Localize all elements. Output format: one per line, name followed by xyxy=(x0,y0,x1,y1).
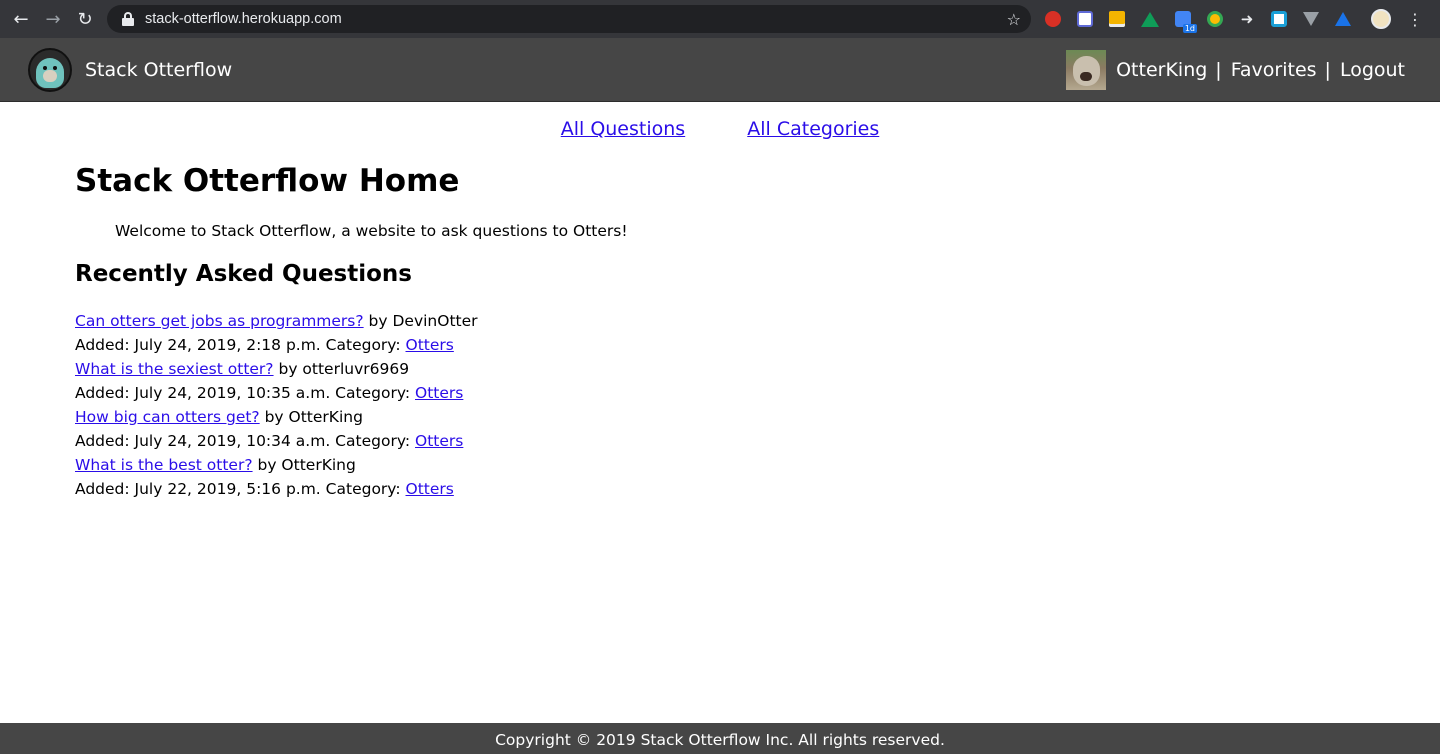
footer: Copyright © 2019 Stack Otterflow Inc. Al… xyxy=(0,723,1440,754)
username-link[interactable]: OtterKing xyxy=(1116,59,1207,81)
forward-icon[interactable]: → xyxy=(37,3,69,35)
adblock-extension-icon[interactable] xyxy=(1045,11,1061,27)
category-link[interactable]: Otters xyxy=(415,384,463,402)
user-avatar[interactable] xyxy=(1066,49,1107,90)
nav-separator: | xyxy=(1215,58,1222,81)
question-link[interactable]: Can otters get jobs as programmers? xyxy=(75,312,364,330)
lock-icon[interactable] xyxy=(121,12,135,26)
question-list: Can otters get jobs as programmers? by D… xyxy=(75,311,478,503)
recent-questions-heading: Recently Asked Questions xyxy=(75,261,412,287)
question-item: What is the sexiest otter? by otterluvr6… xyxy=(75,359,478,407)
menu-icon[interactable]: ⋮ xyxy=(1407,10,1423,29)
extensions-bar: 1d ➜ ⋮ xyxy=(1045,9,1423,33)
reload-icon[interactable]: ↻ xyxy=(69,3,101,35)
question-item: Can otters get jobs as programmers? by D… xyxy=(75,311,478,359)
css-extension-icon[interactable] xyxy=(1077,11,1093,27)
site-navbar: Stack Otterflow OtterKing | Favorites | … xyxy=(0,38,1440,102)
address-bar[interactable]: stack-otterflow.herokuapp.com ☆ xyxy=(107,5,1031,33)
sub-navigation: All Questions All Categories xyxy=(0,118,1440,140)
question-author: by otterluvr6969 xyxy=(273,360,410,378)
question-item: How big can otters get? by OtterKing Add… xyxy=(75,407,478,455)
category-link[interactable]: Otters xyxy=(415,432,463,450)
browser-toolbar: ← → ↻ stack-otterflow.herokuapp.com ☆ 1d… xyxy=(0,0,1440,38)
category-link[interactable]: Otters xyxy=(406,480,454,498)
question-author: by OtterKing xyxy=(252,456,356,474)
nav-separator: | xyxy=(1324,58,1331,81)
question-added: Added: July 24, 2019, 10:35 a.m. Categor… xyxy=(75,384,416,402)
profile-avatar-icon[interactable] xyxy=(1371,9,1391,29)
question-link[interactable]: How big can otters get? xyxy=(75,408,260,426)
favorites-link[interactable]: Favorites xyxy=(1231,59,1317,81)
question-link[interactable]: What is the best otter? xyxy=(75,456,253,474)
brand-link[interactable]: Stack Otterflow xyxy=(85,59,232,81)
vue-devtools-icon[interactable] xyxy=(1303,12,1319,26)
screenshot-extension-icon[interactable] xyxy=(1271,11,1287,27)
calendar-extension-icon[interactable]: 1d xyxy=(1175,11,1197,33)
compass-extension-icon[interactable] xyxy=(1207,11,1223,27)
all-questions-link[interactable]: All Questions xyxy=(561,118,685,140)
question-added: Added: July 24, 2019, 10:34 a.m. Categor… xyxy=(75,432,416,450)
url-text[interactable]: stack-otterflow.herokuapp.com xyxy=(145,11,1007,27)
question-link[interactable]: What is the sexiest otter? xyxy=(75,360,274,378)
question-author: by OtterKing xyxy=(259,408,363,426)
welcome-text: Welcome to Stack Otterflow, a website to… xyxy=(115,222,628,240)
copyright-text: Copyright © 2019 Stack Otterflow Inc. Al… xyxy=(495,731,945,749)
question-item: What is the best otter? by OtterKing Add… xyxy=(75,455,478,503)
page-title: Stack Otterflow Home xyxy=(75,163,460,199)
bookmark-star-icon[interactable]: ☆ xyxy=(1007,10,1021,29)
arrow-extension-icon[interactable]: ➜ xyxy=(1239,11,1255,27)
question-added: Added: July 22, 2019, 5:16 p.m. Category… xyxy=(75,480,406,498)
google-drive-icon[interactable] xyxy=(1141,11,1159,27)
triangle-extension-icon[interactable] xyxy=(1335,12,1351,26)
back-icon[interactable]: ← xyxy=(5,3,37,35)
stack-extension-icon[interactable] xyxy=(1109,11,1125,27)
question-author: by DevinOtter xyxy=(363,312,478,330)
all-categories-link[interactable]: All Categories xyxy=(747,118,879,140)
otter-logo-icon[interactable] xyxy=(28,47,72,92)
user-menu: OtterKing | Favorites | Logout xyxy=(1066,49,1405,90)
category-link[interactable]: Otters xyxy=(406,336,454,354)
question-added: Added: July 24, 2019, 2:18 p.m. Category… xyxy=(75,336,406,354)
calendar-badge: 1d xyxy=(1182,24,1197,33)
logout-link[interactable]: Logout xyxy=(1340,59,1405,81)
